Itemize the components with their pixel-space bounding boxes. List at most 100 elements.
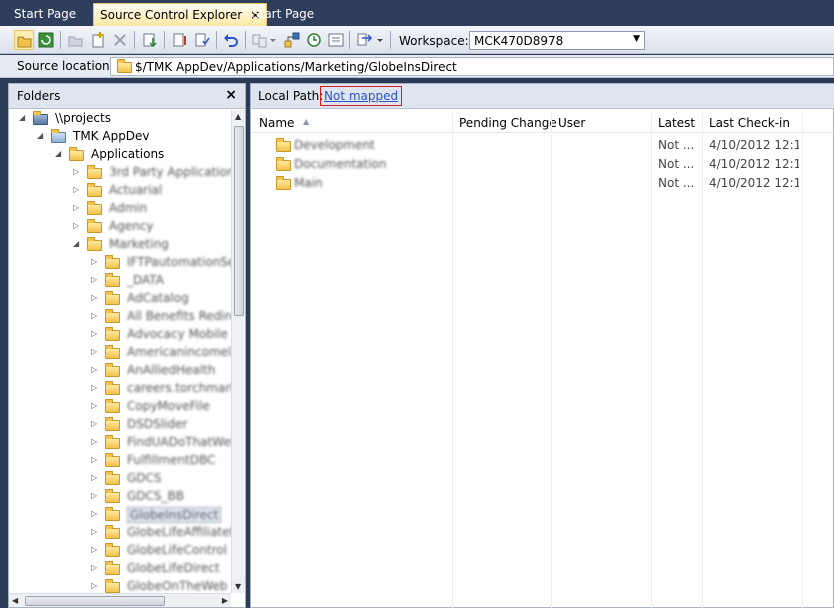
tree-node-label: FulfillmentDBC [127,453,216,467]
expand-arrow-icon[interactable]: ▷ [91,545,97,554]
table-row[interactable]: Development Not ... 4/10/2012 12:1... [251,136,834,155]
add-items-button[interactable] [88,30,108,50]
expand-arrow-icon[interactable]: ▷ [91,329,97,338]
server-icon [33,111,48,125]
expand-arrow-icon[interactable]: ▷ [73,185,79,194]
team-project-icon [51,129,66,143]
tab-start-page-2[interactable]: Start Page [246,3,320,26]
folders-pane: Folders × ◢ \\projects ◢ TMK AppDev ◢ Applica… [8,83,246,608]
tree-node-label: All Benefits Redire [127,309,231,323]
collapse-arrow-icon[interactable]: ◢ [55,149,61,158]
delete-button[interactable] [110,30,130,50]
table-row[interactable]: Main Not ... 4/10/2012 12:1... [251,174,834,193]
check-out-button[interactable] [170,30,190,50]
expand-arrow-icon[interactable]: ▷ [91,563,97,572]
refresh-button[interactable] [36,30,56,50]
tree-node-label: Americanincomel [127,345,231,359]
scroll-down-arrow-icon[interactable]: ▼ [235,582,241,591]
expand-arrow-icon[interactable]: ▷ [91,509,97,518]
check-in-icon [195,33,210,47]
expand-arrow-icon[interactable]: ▷ [91,311,97,320]
expand-arrow-icon[interactable]: ▷ [91,581,97,590]
undo-button[interactable] [221,30,241,50]
folder-icon [105,381,120,395]
source-control-toolbar: Workspace: [0,26,834,54]
tree-node-label: GlobeLifeAffiliateP [127,525,231,539]
expand-arrow-icon[interactable]: ▷ [91,275,97,284]
scroll-up-arrow-icon[interactable]: ▲ [235,112,241,121]
tree-node-label: Actuarial [109,183,163,197]
folder-icon [105,363,120,377]
folder-icon [105,327,120,341]
scroll-right-arrow-icon[interactable]: ▶ [222,596,228,605]
expand-arrow-icon[interactable]: ▷ [91,365,97,374]
expand-arrow-icon[interactable]: ▷ [91,383,97,392]
not-mapped-link[interactable]: Not mapped [320,86,403,106]
compare-button[interactable] [250,30,280,50]
horizontal-scrollbar[interactable]: ◀ ▶ [9,593,231,607]
delete-icon [114,34,126,46]
scrollbar-thumb[interactable] [234,126,244,316]
expand-arrow-icon[interactable]: ▷ [91,419,97,428]
tree-node-label: GlobeOnTheWeb [127,579,228,593]
get-latest-button[interactable] [140,30,160,50]
column-header-pending-change[interactable]: Pending Change [459,116,557,130]
cell-latest: Not ... [658,138,695,152]
expand-arrow-icon[interactable]: ▷ [91,437,97,446]
close-icon[interactable]: × [225,87,237,103]
expand-arrow-icon[interactable]: ▷ [73,167,79,176]
expand-arrow-icon[interactable]: ▷ [91,257,97,266]
local-path-label: Local Path: [258,89,324,103]
source-location-field[interactable]: $/TMK AppDev/Applications/Marketing/Glob… [110,57,834,76]
tree-node-label: AdCatalog [127,291,189,305]
collapse-arrow-icon[interactable]: ◢ [73,239,79,248]
expand-arrow-icon[interactable]: ▷ [73,203,79,212]
folder-icon [276,176,291,190]
folder-icon [105,579,120,593]
tree-node-label: GlobeLifeControl [127,543,227,557]
branch-button[interactable] [282,30,302,50]
folder-icon [105,489,120,503]
vertical-scrollbar[interactable]: ▲ ▼ [231,110,245,593]
column-header-last-check-in[interactable]: Last Check-in [709,116,790,130]
expand-arrow-icon[interactable]: ▷ [91,347,97,356]
collapse-arrow-icon[interactable]: ◢ [37,131,43,140]
workspace-value: MCK470D8978 [474,34,564,48]
expand-arrow-icon[interactable]: ▷ [91,455,97,464]
expand-arrow-icon[interactable]: ▷ [91,293,97,302]
folder-icon [117,59,132,73]
find-button[interactable] [355,30,385,50]
tab-start-page-1[interactable]: Start Page [8,3,82,26]
expand-arrow-icon[interactable]: ▷ [91,401,97,410]
new-folder-button[interactable] [66,30,86,50]
workspace-dropdown[interactable]: MCK470D8978 ▼ [469,31,645,50]
tab-source-control-explorer[interactable]: Source Control Explorer × [93,3,268,26]
tree-node-label: GlobeInsDirect [127,507,222,523]
undo-icon [224,34,238,47]
tree-node-label: Marketing [109,237,169,251]
folder-icon [87,219,102,233]
history-button[interactable] [304,30,324,50]
check-in-button[interactable] [192,30,212,50]
tree-node-label: IFTPautomationSer [127,255,231,269]
workspace-properties-button[interactable] [326,30,346,50]
column-header-name[interactable]: Name [259,116,294,130]
folder-icon [69,147,84,161]
folders-toggle-button[interactable] [14,30,34,50]
collapse-arrow-icon[interactable]: ◢ [19,113,25,122]
column-header-user[interactable]: User [558,116,585,130]
scrollbar-thumb[interactable] [25,596,165,606]
folder-icon [105,309,120,323]
branch-icon [284,32,300,48]
column-header-latest[interactable]: Latest [658,116,695,130]
scroll-left-arrow-icon[interactable]: ◀ [12,596,18,605]
source-location-path: $/TMK AppDev/Applications/Marketing/Glob… [135,60,457,74]
table-row[interactable]: Documentation Not ... 4/10/2012 12:1... [251,155,834,174]
expand-arrow-icon[interactable]: ▷ [91,473,97,482]
compare-icon [252,34,276,48]
properties-icon [328,33,344,47]
expand-arrow-icon[interactable]: ▷ [91,491,97,500]
expand-arrow-icon[interactable]: ▷ [91,527,97,536]
tab-label: Start Page [14,7,77,21]
expand-arrow-icon[interactable]: ▷ [73,221,79,230]
